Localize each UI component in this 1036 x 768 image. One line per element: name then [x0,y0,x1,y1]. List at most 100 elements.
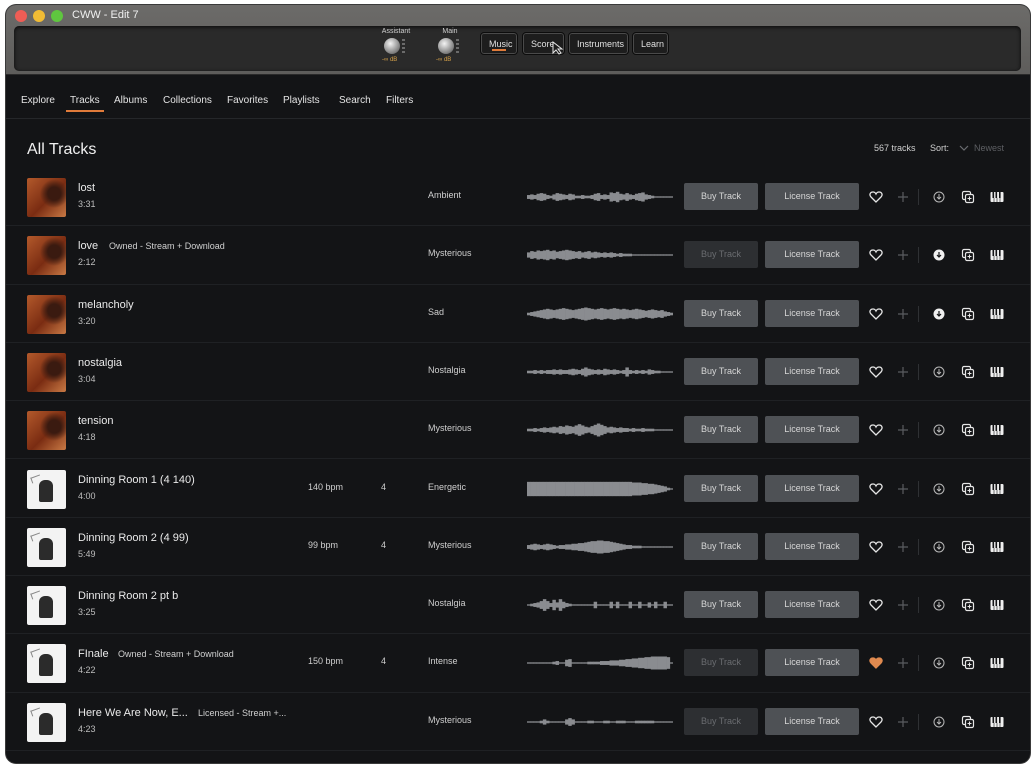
track-title[interactable]: nostalgia [78,357,122,369]
license-track-button[interactable]: License Track [765,416,859,444]
download-icon[interactable] [932,482,946,496]
waveform[interactable] [527,182,673,212]
add-to-project-icon[interactable] [961,365,975,379]
main-meter[interactable]: Main -∞ dB [430,26,470,71]
track-title[interactable]: lost [78,182,95,194]
track-title[interactable]: Dinning Room 2 (4 99) [78,532,189,544]
piano-icon[interactable] [990,656,1004,670]
track-row[interactable]: tension 4:18 Mysterious Buy Track License Tr… [6,401,1030,460]
waveform[interactable] [527,590,673,620]
heart-icon[interactable] [869,423,883,437]
buy-track-button[interactable]: Buy Track [684,707,758,735]
license-track-button[interactable]: License Track [765,241,859,269]
download-icon[interactable] [932,307,946,321]
track-row[interactable]: Dinning Room 1 (4 140) 4:00 140 bpm 4 Energe… [6,460,1030,518]
music-button[interactable]: Music [480,32,518,55]
add-icon[interactable] [896,715,910,729]
heart-icon[interactable] [869,598,883,612]
download-icon[interactable] [932,423,946,437]
download-icon[interactable] [932,715,946,729]
track-row[interactable]: melancholy 3:20 Sad Buy Track License Track [6,285,1030,343]
license-track-button[interactable]: License Track [765,357,859,385]
license-track-button[interactable]: License Track [765,591,859,619]
track-row[interactable]: Here We Are Now, E... Licensed - Stream +… [6,693,1030,751]
waveform[interactable] [527,532,673,562]
buy-track-button[interactable]: Buy Track [684,183,758,210]
track-row[interactable]: Dinning Room 2 (4 99) 5:49 99 bpm 4 Mysterio… [6,518,1030,577]
download-icon[interactable] [932,656,946,670]
add-to-project-icon[interactable] [961,423,975,437]
buy-track-button[interactable]: Buy Track [684,416,758,444]
add-to-project-icon[interactable] [961,482,975,496]
piano-icon[interactable] [990,248,1004,262]
buy-track-button[interactable]: Buy Track [684,299,758,327]
add-to-project-icon[interactable] [961,656,975,670]
album-cover-image[interactable] [27,236,66,276]
track-title[interactable]: melancholy [78,299,134,311]
assistant-volume-knob-icon[interactable] [384,38,400,54]
add-icon[interactable] [896,190,910,204]
piano-icon[interactable] [990,482,1004,496]
track-title[interactable]: Dinning Room 1 (4 140) [78,474,195,486]
piano-icon[interactable] [990,365,1004,379]
tab-collections[interactable]: Collections [163,95,212,106]
download-icon[interactable] [932,190,946,204]
buy-track-button[interactable]: Buy Track [684,357,758,385]
track-title[interactable]: Here We Are Now, E... [78,707,188,719]
track-row[interactable]: FInale Owned - Stream + Download 4:22 150 b… [6,634,1030,693]
album-cover-image[interactable] [27,527,66,567]
album-cover-image[interactable] [27,644,66,684]
heart-icon[interactable] [869,656,883,670]
piano-icon[interactable] [990,715,1004,729]
album-cover-image[interactable] [27,469,66,509]
waveform[interactable] [527,299,673,329]
album-cover-image[interactable] [27,178,66,217]
heart-icon[interactable] [869,248,883,262]
tab-filters[interactable]: Filters [386,95,413,106]
instruments-button[interactable]: Instruments [568,32,629,55]
license-track-button[interactable]: License Track [765,183,859,210]
album-cover-image[interactable] [27,702,66,742]
heart-icon[interactable] [869,365,883,379]
license-track-button[interactable]: License Track [765,532,859,560]
tab-playlists[interactable]: Playlists [283,95,320,106]
license-track-button[interactable]: License Track [765,707,859,735]
heart-icon[interactable] [869,482,883,496]
add-icon[interactable] [896,423,910,437]
buy-track-button[interactable]: Buy Track [684,532,758,560]
heart-icon[interactable] [869,540,883,554]
waveform[interactable] [527,415,673,445]
piano-icon[interactable] [990,598,1004,612]
add-to-project-icon[interactable] [961,307,975,321]
main-volume-knob-icon[interactable] [438,38,454,54]
piano-icon[interactable] [990,190,1004,204]
heart-icon[interactable] [869,190,883,204]
learn-button[interactable]: Learn [632,32,669,55]
waveform[interactable] [527,240,673,270]
add-to-project-icon[interactable] [961,190,975,204]
sort-select[interactable]: Newest [974,143,1004,153]
add-to-project-icon[interactable] [961,598,975,612]
add-to-project-icon[interactable] [961,248,975,262]
heart-icon[interactable] [869,715,883,729]
track-title[interactable]: FInale [78,648,109,660]
add-to-project-icon[interactable] [961,540,975,554]
track-title[interactable]: love [78,240,98,252]
waveform[interactable] [527,474,673,504]
zoom-window-button[interactable] [51,10,63,22]
track-row[interactable]: lost 3:31 Ambient Buy Track License Track [6,168,1030,227]
license-track-button[interactable]: License Track [765,474,859,502]
tab-explore[interactable]: Explore [21,95,55,106]
add-icon[interactable] [896,307,910,321]
piano-icon[interactable] [990,540,1004,554]
download-icon[interactable] [932,598,946,612]
minimize-window-button[interactable] [33,10,45,22]
add-icon[interactable] [896,540,910,554]
tab-search[interactable]: Search [339,95,371,106]
tab-favorites[interactable]: Favorites [227,95,268,106]
assistant-meter[interactable]: Assistant -∞ dB [376,26,416,71]
add-icon[interactable] [896,598,910,612]
add-to-project-icon[interactable] [961,715,975,729]
download-icon[interactable] [932,248,946,262]
add-icon[interactable] [896,248,910,262]
